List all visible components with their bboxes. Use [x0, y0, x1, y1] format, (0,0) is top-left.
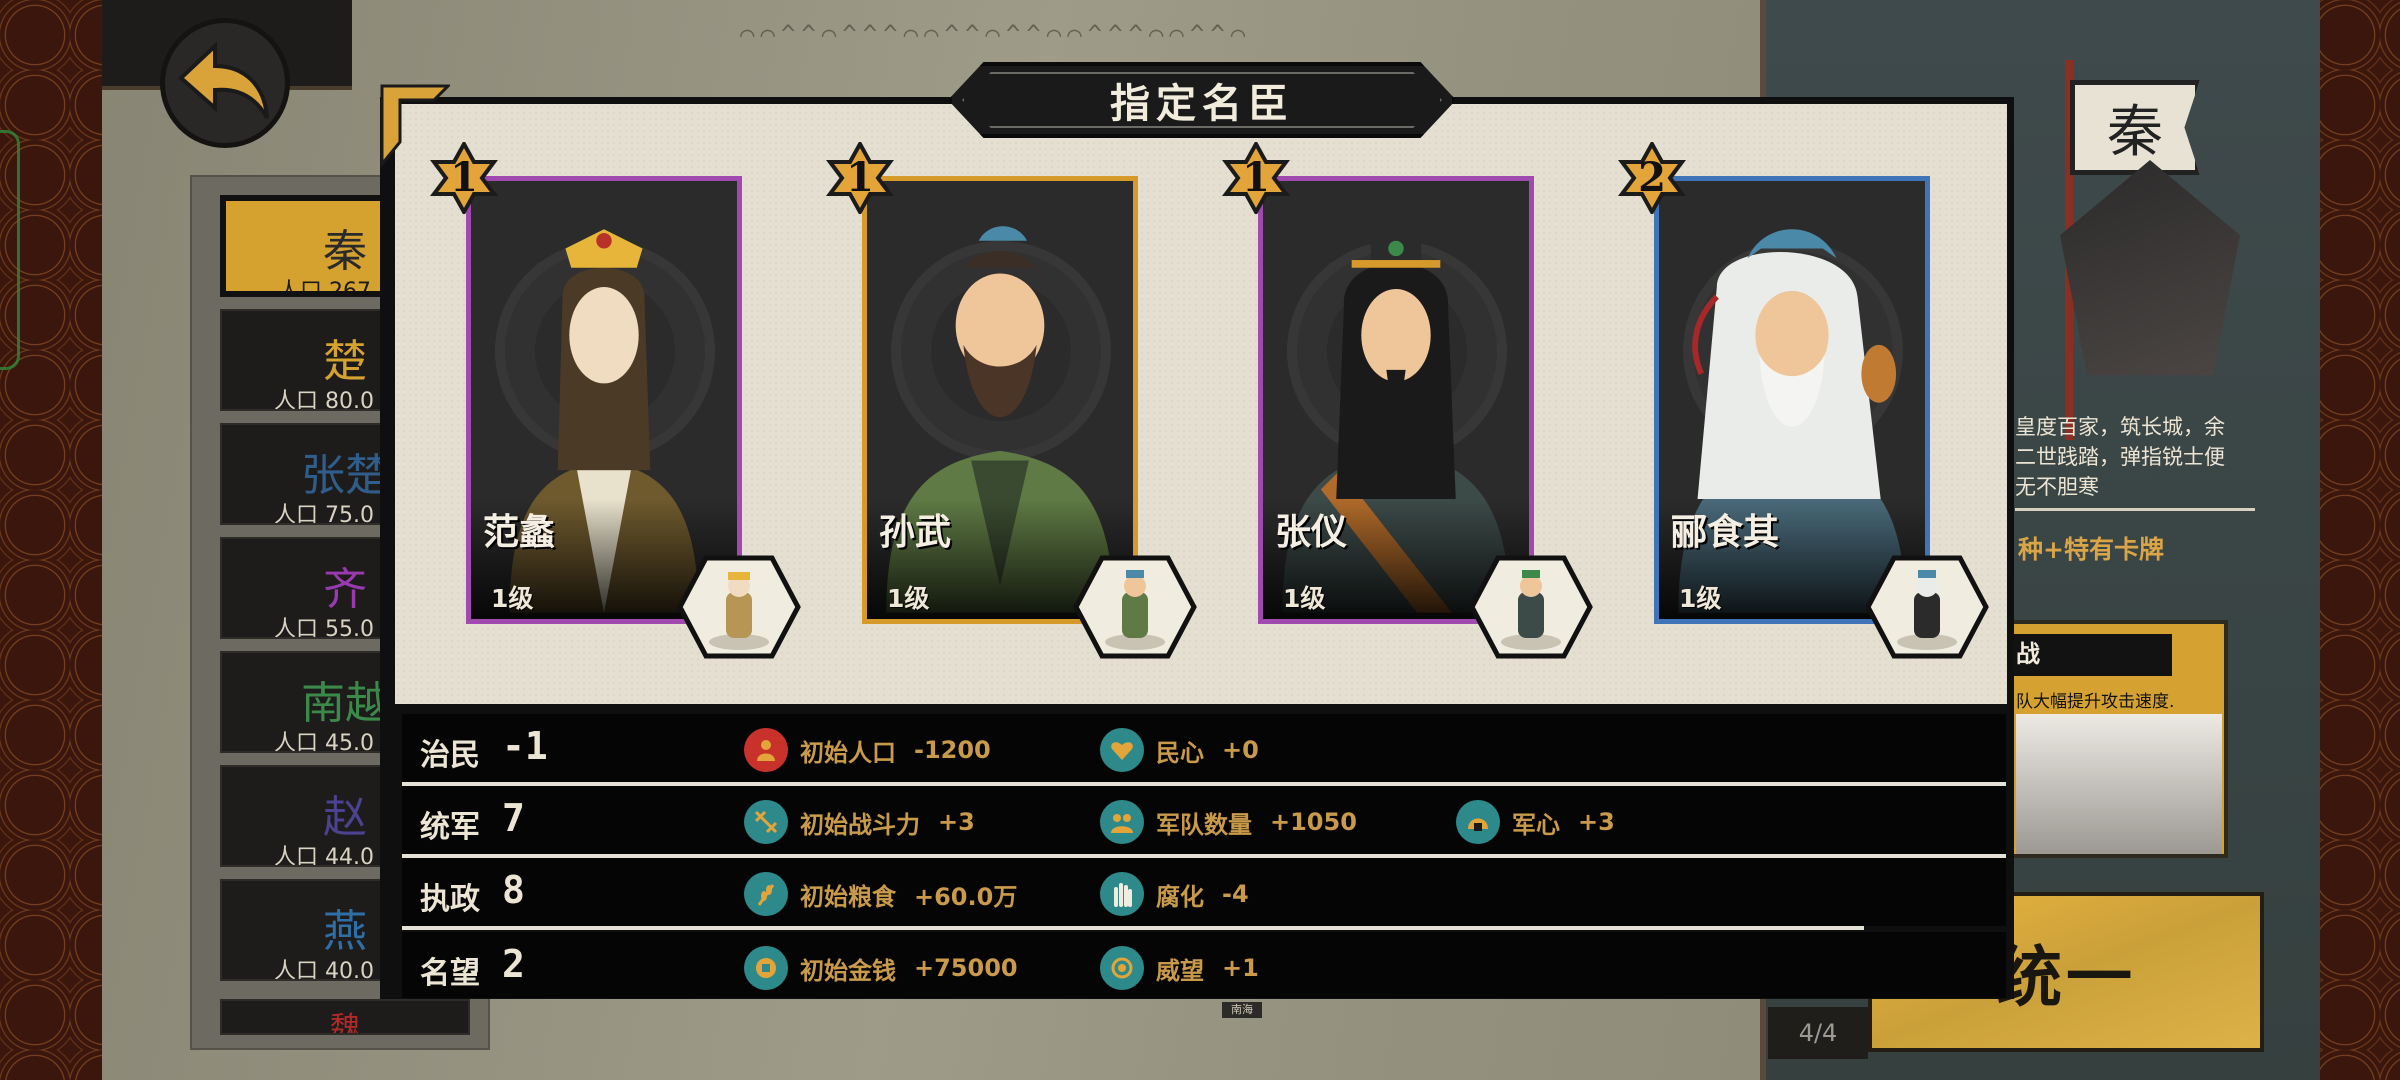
effect-value: +0 [1222, 736, 1259, 764]
general-mini-figure-icon [1865, 555, 1989, 659]
faction-name: 魏 [330, 1011, 360, 1035]
rank-badge-icon: 1 [1222, 139, 1290, 217]
prestige-icon [1100, 946, 1144, 990]
stat-effect: 初始人口 -1200 [744, 728, 991, 772]
effect-label: 初始金钱 [800, 956, 896, 985]
general-mini-figure-icon [677, 555, 801, 659]
general-mini-figure-icon [1469, 555, 1593, 659]
dialog-title-plaque: 指定名臣 [948, 62, 1456, 138]
stat-effect: 初始战斗力 +3 [744, 800, 975, 844]
general-name: 孙武 [879, 512, 952, 553]
stat-value: 8 [502, 868, 525, 912]
effect-label: 军心 [1512, 810, 1560, 839]
faction-description: 皇度百家，筑长城，余 二世践踏，弹指锐士便 无不胆寒 [2015, 412, 2265, 502]
rank-badge-icon: 1 [430, 139, 498, 217]
side-tab-outline [0, 130, 20, 370]
stat-effect: 初始粮食 +60.0万 [744, 872, 1017, 916]
general-level: 1级 [491, 584, 534, 613]
general-mini-figure-icon [1073, 555, 1197, 659]
rank-value: 2 [1638, 154, 1666, 201]
card-preview-title: 战 [2012, 634, 2172, 676]
stat-value: -1 [502, 724, 548, 768]
stat-effect: 威望 +1 [1100, 946, 1259, 990]
effect-value: +1050 [1270, 808, 1357, 836]
stat-effect: 军队数量 +1050 [1100, 800, 1357, 844]
effect-value: +3 [1578, 808, 1615, 836]
effect-value: -4 [1222, 880, 1249, 908]
faction-population: 人口 44.0 [274, 845, 374, 867]
special-card-label: 种+特有卡牌 [2018, 535, 2164, 564]
page-counter: 4/4 [1768, 1007, 1868, 1059]
row-divider [402, 926, 1864, 930]
stat-effect: 腐化 -4 [1100, 872, 1249, 916]
faction-flag: 秦 [2070, 80, 2200, 175]
effect-label: 军队数量 [1156, 810, 1252, 839]
map-label: 南海 [1222, 1002, 1262, 1018]
special-card-preview[interactable]: 战 队大幅提升攻击速度. [2008, 620, 2228, 858]
troops-icon [1100, 800, 1144, 844]
faction-population: 人口 40.0 [274, 959, 374, 981]
effect-value: +3 [938, 808, 975, 836]
faction-population: 人口 45.0 [274, 731, 374, 753]
general-level: 1级 [1283, 584, 1326, 613]
effect-value: +1 [1222, 954, 1259, 982]
stat-effect: 初始金钱 +75000 [744, 946, 1018, 990]
stat-name: 治民 [420, 738, 480, 773]
stat-value: 2 [502, 942, 525, 986]
faction-item-wei[interactable]: 魏 [220, 999, 470, 1035]
faction-population: 人口 75.0 [274, 503, 374, 525]
effect-label: 初始人口 [800, 738, 896, 767]
general-level: 1级 [887, 584, 930, 613]
stat-row-reputation: 名望 2 初始金钱 +75000 威望 +1 [402, 932, 2006, 998]
description-line: 无不胆寒 [2015, 475, 2099, 499]
rank-value: 1 [450, 154, 478, 201]
stat-name: 执政 [420, 882, 480, 917]
effect-value: -1200 [914, 736, 991, 764]
back-arrow-icon [178, 41, 269, 119]
divider [2015, 508, 2255, 511]
dialog-title: 指定名臣 [1110, 81, 1294, 127]
effect-label: 腐化 [1156, 882, 1204, 911]
grab-hand-icon [1100, 872, 1144, 916]
stat-effect: 民心 +0 [1100, 728, 1259, 772]
rank-badge-icon: 2 [1618, 139, 1686, 217]
stat-effect: 军心 +3 [1456, 800, 1615, 844]
grain-icon [744, 872, 788, 916]
general-name: 范蠡 [483, 512, 556, 553]
general-level: 1级 [1679, 584, 1722, 613]
effect-value: +60.0万 [914, 882, 1018, 911]
rank-value: 1 [1242, 154, 1270, 201]
card-preview-image [2016, 714, 2222, 854]
general-name: 张仪 [1275, 512, 1348, 553]
description-line: 皇度百家，筑长城，余 [2015, 415, 2225, 439]
stat-name: 名望 [420, 956, 480, 991]
stat-row-command: 统军 7 初始战斗力 +3 军队数量 +1050 军心 +3 [402, 786, 2006, 854]
heart-icon [1100, 728, 1144, 772]
stat-row-governance: 治民 -1 初始人口 -1200 民心 +0 [402, 714, 2006, 782]
faction-population: 人口 267 [278, 279, 371, 297]
coin-icon [744, 946, 788, 990]
general-name: 郦食其 [1671, 512, 1780, 553]
back-button[interactable] [160, 18, 290, 148]
stat-name: 统军 [420, 810, 480, 845]
stat-value: 7 [502, 796, 525, 840]
stat-row-administration: 执政 8 初始粮食 +60.0万 腐化 -4 [402, 858, 2006, 926]
effect-label: 威望 [1156, 956, 1204, 985]
card-preview-text: 队大幅提升攻击速度. [2016, 692, 2175, 712]
crossbow-icon [744, 800, 788, 844]
effect-value: +75000 [914, 954, 1018, 982]
description-line: 二世践踏，弹指锐士便 [2015, 445, 2225, 469]
rank-badge-icon: 1 [826, 139, 894, 217]
unify-button-label: 统一 [1996, 938, 2136, 1016]
faction-population: 人口 55.0 [274, 617, 374, 639]
rank-value: 1 [846, 154, 874, 201]
population-icon [744, 728, 788, 772]
helmet-icon [1456, 800, 1500, 844]
effect-label: 初始战斗力 [800, 810, 920, 839]
effect-label: 民心 [1156, 738, 1204, 767]
faction-population: 人口 80.0 [274, 389, 374, 411]
effect-label: 初始粮食 [800, 882, 896, 911]
